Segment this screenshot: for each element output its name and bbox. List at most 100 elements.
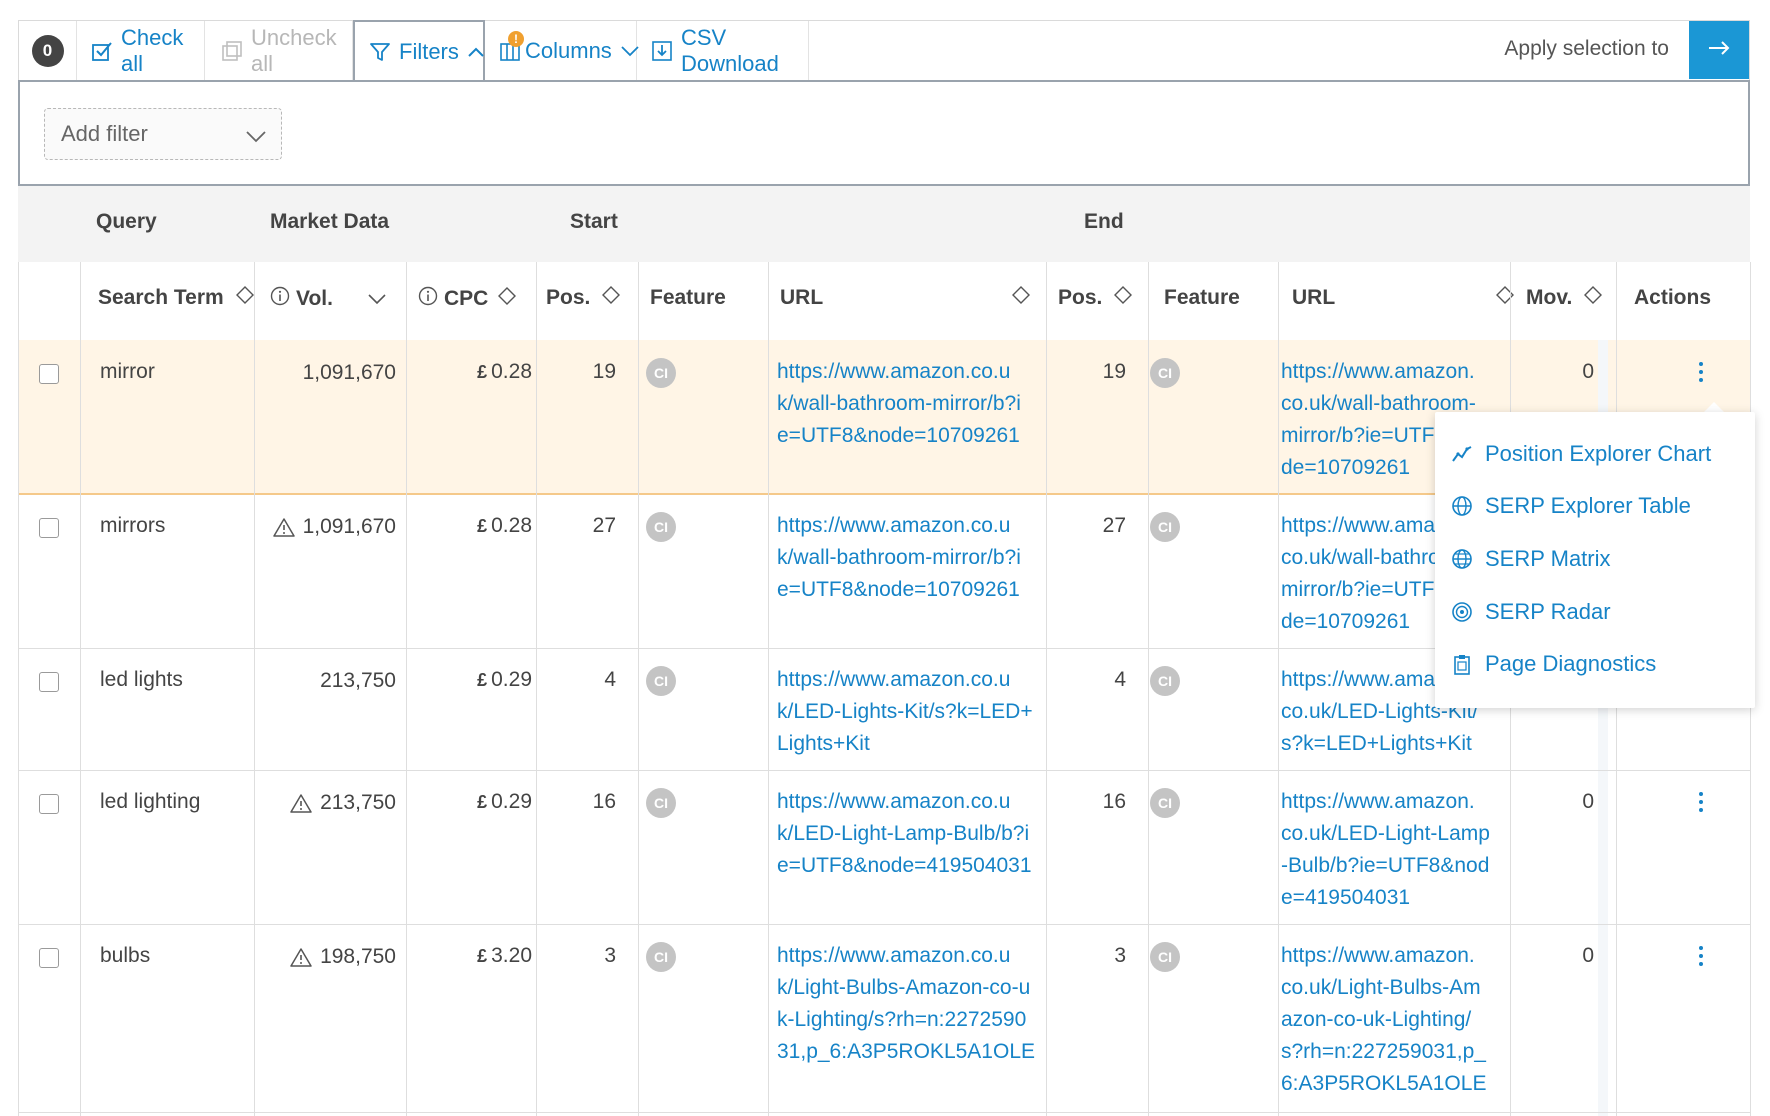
start-feature-badge: CI	[646, 512, 676, 542]
menu-item-serp-matrix[interactable]: SERP Matrix	[1451, 539, 1611, 579]
filters-toggle[interactable]: Filters	[353, 20, 485, 82]
menu-item-serp-explorer-table[interactable]: SERP Explorer Table	[1451, 486, 1691, 526]
start-url-link[interactable]: https://www.amazon.co.u k/wall-bathroom-m…	[777, 356, 1039, 452]
menu-item-position-explorer-chart[interactable]: Position Explorer Chart	[1451, 434, 1711, 474]
col-vol[interactable]: Vol.	[270, 286, 387, 312]
check-all-icon	[91, 40, 113, 62]
menu-item-serp-radar[interactable]: SERP Radar	[1451, 592, 1611, 632]
col-start-url[interactable]: URL	[780, 286, 1042, 310]
col-end-url[interactable]: URL	[1292, 286, 1522, 310]
start-url-link[interactable]: https://www.amazon.co.u k/LED-Lights-Kit/…	[777, 664, 1039, 760]
movement: 0	[1582, 944, 1594, 967]
row-checkbox[interactable]	[39, 794, 59, 814]
warning-icon	[290, 793, 312, 813]
start-url-link[interactable]: https://www.amazon.co.u k/LED-Light-Lamp-…	[777, 786, 1039, 882]
group-market-data: Market Data	[270, 210, 390, 233]
menu-item-page-diagnostics[interactable]: Page Diagnostics	[1451, 644, 1656, 684]
toolbar: 0 Check all Uncheck all Filters ! Column…	[18, 20, 1750, 82]
row-actions-kebab-icon[interactable]	[1699, 946, 1705, 970]
add-filter-dropdown[interactable]: Add filter	[44, 108, 282, 160]
col-mov[interactable]: Mov.	[1526, 286, 1603, 310]
search-term: bulbs	[100, 944, 151, 967]
cpc-cell: £3.20	[406, 940, 532, 972]
csv-download-button[interactable]: CSV Download	[637, 21, 809, 81]
end-position: 16	[1102, 790, 1126, 813]
row-checkbox[interactable]	[39, 518, 59, 538]
col-end-url-label: URL	[1292, 286, 1336, 309]
col-search-term[interactable]: Search Term	[98, 286, 254, 310]
end-position: 27	[1102, 514, 1126, 537]
col-end-pos[interactable]: Pos.	[1058, 286, 1133, 310]
row-actions-kebab-icon[interactable]	[1699, 362, 1705, 386]
currency-symbol: £	[477, 946, 488, 966]
end-url-link[interactable]: https://www.amazon. co.uk/Light-Bulbs-Am a…	[1281, 940, 1507, 1100]
cpc-value: 0.28	[491, 360, 532, 383]
url-line: https://www.amazon.co.u	[777, 514, 1011, 537]
globe-grid-icon	[1451, 548, 1475, 570]
sort-icon	[1496, 286, 1514, 310]
movement: 0	[1582, 360, 1594, 383]
apply-selection-button[interactable]	[1689, 21, 1749, 79]
col-end-feature: Feature	[1164, 286, 1240, 310]
volume-cell: 1,091,670	[254, 511, 396, 543]
url-line: e=419504031	[1281, 886, 1411, 909]
volume-cell: 1,091,670	[254, 357, 396, 389]
col-cpc-label: CPC	[444, 287, 489, 310]
row-checkbox[interactable]	[39, 948, 59, 968]
download-icon	[651, 40, 673, 62]
check-all-label: Check all	[121, 25, 184, 76]
col-cpc[interactable]: CPC	[418, 286, 517, 312]
end-url-link[interactable]: https://www.amazon. co.uk/LED-Light-Lamp -…	[1281, 786, 1507, 914]
url-line: e=UTF8&node=419504031	[777, 854, 1032, 877]
url-line: Lights+Kit	[777, 732, 870, 755]
currency-symbol: £	[477, 362, 488, 382]
url-line: k/wall-bathroom-mirror/b?i	[777, 546, 1021, 569]
url-line: k/LED-Lights-Kit/s?k=LED+	[777, 700, 1033, 723]
row-checkbox[interactable]	[39, 672, 59, 692]
start-url-link[interactable]: https://www.amazon.co.u k/Light-Bulbs-Ama…	[777, 940, 1039, 1068]
search-term: mirror	[100, 360, 155, 383]
group-start: Start	[570, 210, 618, 233]
col-start-pos[interactable]: Pos.	[546, 286, 621, 310]
movement: 0	[1582, 790, 1594, 813]
cpc-value: 0.28	[491, 514, 532, 537]
volume-cell: 198,750	[254, 941, 396, 973]
selected-count-badge: 0	[31, 35, 64, 67]
uncheck-all-button[interactable]: Uncheck all	[205, 21, 353, 81]
info-icon	[270, 286, 290, 312]
end-feature-badge: CI	[1150, 666, 1180, 696]
url-line: k/LED-Light-Lamp-Bulb/b?i	[777, 822, 1030, 845]
start-url-link[interactable]: https://www.amazon.co.u k/wall-bathroom-m…	[777, 510, 1039, 606]
col-start-url-label: URL	[780, 286, 824, 309]
end-position: 19	[1102, 360, 1126, 383]
cpc-cell: £0.28	[406, 356, 532, 388]
cpc-cell: £0.28	[406, 510, 532, 542]
url-line: 31,p_6:A3P5ROKL5A1OLE	[777, 1040, 1036, 1063]
check-all-button[interactable]: Check all	[77, 21, 205, 81]
col-end-feature-label: Feature	[1164, 286, 1240, 309]
volume-value: 213,750	[320, 791, 396, 814]
start-position: 27	[592, 514, 616, 537]
menu-item-label: SERP Explorer Table	[1485, 493, 1691, 518]
search-term: led lights	[100, 668, 183, 691]
url-line: k/wall-bathroom-mirror/b?i	[777, 392, 1021, 415]
url-line: https://www.amazon.	[1281, 360, 1475, 383]
group-header-row: Query Market Data Start End	[18, 186, 1750, 262]
start-position: 19	[592, 360, 616, 383]
arrow-right-icon	[1707, 40, 1731, 61]
url-line: e=UTF8&node=10709261	[777, 578, 1020, 601]
globe-icon	[1451, 495, 1475, 517]
columns-button[interactable]: ! Columns	[485, 21, 639, 81]
end-feature-badge: CI	[1150, 788, 1180, 818]
col-start-feature-label: Feature	[650, 286, 726, 309]
sort-icon	[235, 286, 254, 310]
end-feature-badge: CI	[1150, 942, 1180, 972]
row-checkbox[interactable]	[39, 364, 59, 384]
sort-icon	[1584, 286, 1603, 310]
url-line: co.uk/Light-Bulbs-Am	[1281, 976, 1481, 999]
chevron-down-icon	[245, 123, 267, 149]
volume-cell: 213,750	[254, 665, 396, 697]
url-line: k-Lighting/s?rh=n:2272590	[777, 1008, 1027, 1031]
volume-value: 198,750	[320, 945, 396, 968]
row-actions-kebab-icon[interactable]	[1699, 792, 1705, 816]
